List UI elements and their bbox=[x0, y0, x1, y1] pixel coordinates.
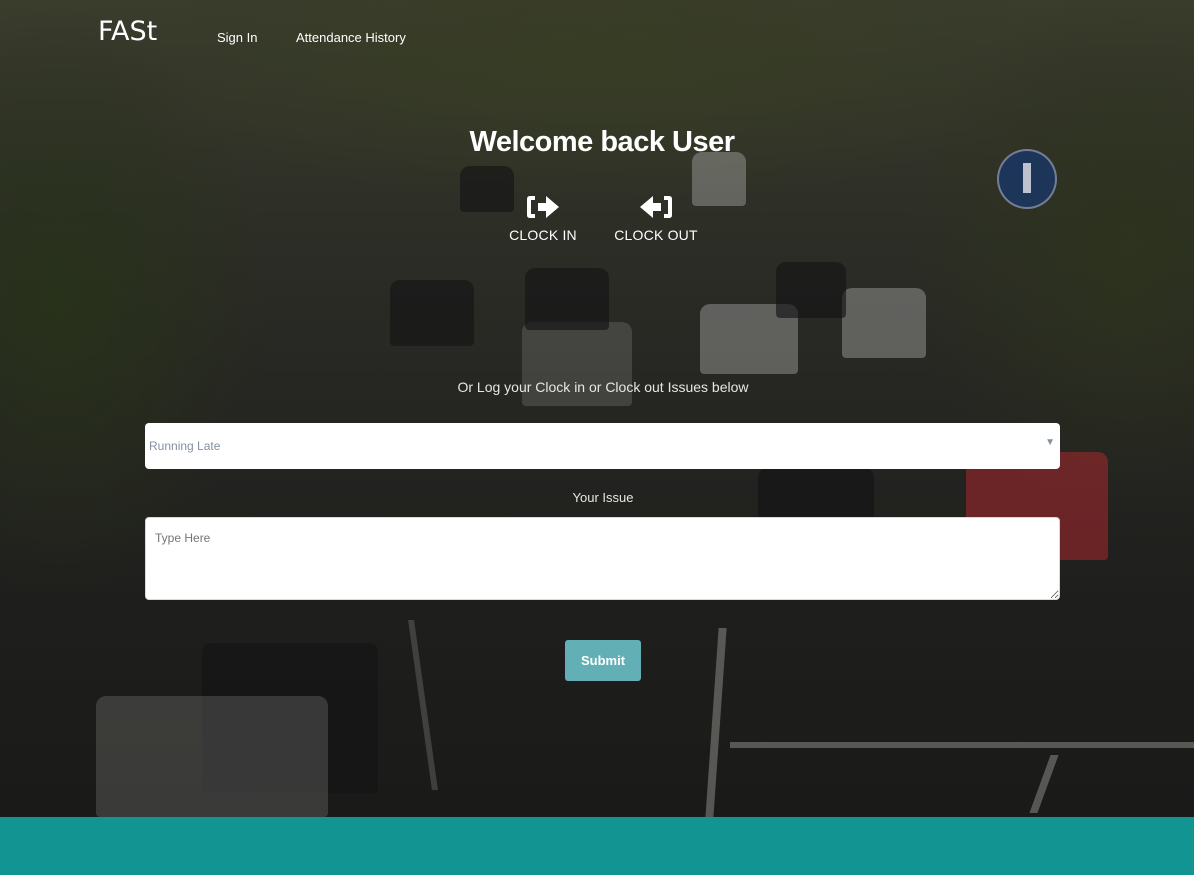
nav-attendance-history-link[interactable]: Attendance History bbox=[296, 30, 406, 45]
nav-sign-in-link[interactable]: Sign In bbox=[217, 30, 257, 45]
welcome-heading: Welcome back User bbox=[469, 126, 736, 158]
navbar: FASt Sign In Attendance History bbox=[0, 0, 1194, 70]
clock-in-button[interactable]: CLOCK IN bbox=[493, 193, 593, 245]
chevron-down-icon: ▼ bbox=[1045, 437, 1055, 448]
issue-type-select[interactable]: Running Late ▼ bbox=[145, 423, 1060, 469]
footer bbox=[0, 817, 1194, 875]
car bbox=[776, 262, 846, 318]
sign-out-arrow-icon bbox=[640, 196, 672, 218]
page: FASt Sign In Attendance History Welcome … bbox=[0, 0, 1194, 875]
submit-button[interactable]: Submit bbox=[565, 640, 641, 681]
issue-label: Your Issue bbox=[572, 490, 634, 505]
road-marking bbox=[705, 628, 727, 818]
road-marking bbox=[1029, 755, 1059, 813]
clock-out-label: CLOCK OUT bbox=[614, 227, 698, 243]
car bbox=[390, 280, 474, 346]
clock-out-button[interactable]: CLOCK OUT bbox=[606, 193, 706, 245]
clock-in-label: CLOCK IN bbox=[509, 227, 577, 243]
street-background-image bbox=[0, 0, 1194, 818]
issue-instructions: Or Log your Clock in or Clock out Issues… bbox=[457, 379, 749, 395]
issue-type-selected-value: Running Late bbox=[149, 439, 221, 453]
car bbox=[96, 696, 328, 817]
brand-logo[interactable]: FASt bbox=[98, 16, 157, 47]
road-marking bbox=[408, 620, 438, 790]
issue-textarea[interactable] bbox=[145, 517, 1060, 600]
road-marking bbox=[730, 742, 1194, 748]
car bbox=[842, 288, 926, 358]
sign-in-arrow-icon bbox=[527, 196, 559, 218]
car bbox=[525, 268, 609, 330]
